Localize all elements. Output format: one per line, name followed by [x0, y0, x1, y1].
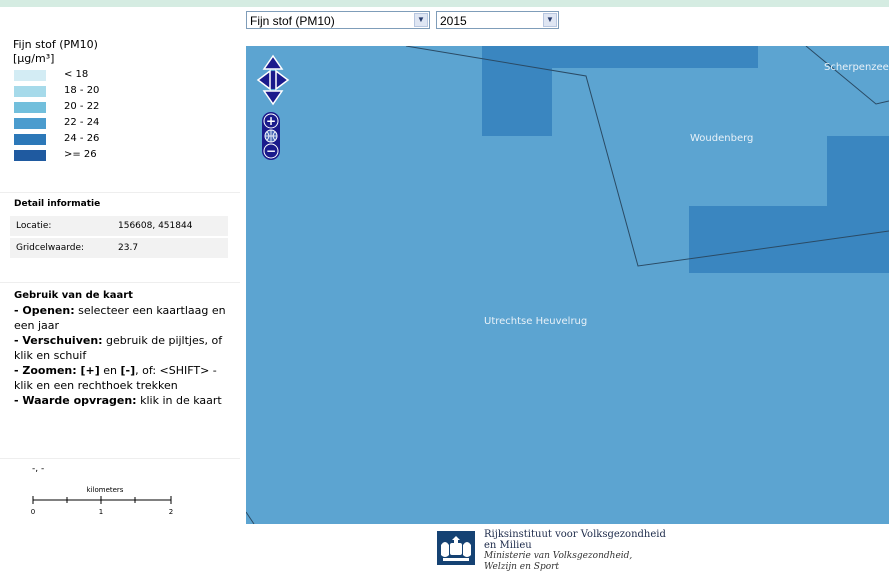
zoom-in-label: + [266, 114, 276, 128]
legend-label: 24 - 26 [64, 133, 100, 144]
table-row: Gridcelwaarde: 23.7 [10, 238, 228, 258]
grid-value-label: Gridcelwaarde: [10, 238, 112, 258]
pan-down-icon[interactable] [262, 90, 284, 106]
year-select-value: 2015 [440, 14, 467, 28]
grid-cell-dark [482, 68, 552, 136]
zoom-out-label: − [266, 144, 276, 158]
usage-zoom: - Zoomen: [+] en [-], of: <SHIFT> -klik … [14, 364, 217, 392]
pan-right-icon[interactable] [275, 69, 290, 91]
place-label: Utrechtse Heuvelrug [484, 316, 588, 327]
pan-left-icon[interactable] [256, 69, 271, 91]
place-label: Scherpenzeel [824, 62, 889, 73]
scale-tick-label: 0 [31, 508, 35, 516]
footer-line: Ministerie van Volksgezondheid, [484, 551, 633, 561]
chevron-down-icon[interactable]: ▼ [543, 13, 557, 27]
rijksoverheid-logo-icon [437, 531, 475, 565]
detail-heading: Detail informatie [14, 199, 101, 209]
zoom-control[interactable]: + − [260, 110, 282, 162]
usage-instructions: Gebruik van de kaart - Openen: selecteer… [14, 288, 234, 408]
legend-swatch [14, 70, 46, 81]
scale-unit: kilometers [87, 486, 124, 494]
scale-tick-label: 1 [99, 508, 103, 516]
divider [0, 282, 240, 283]
legend-label: >= 26 [64, 149, 97, 160]
footer-line: Welzijn en Sport [484, 562, 560, 572]
legend-swatch [14, 150, 46, 161]
scale-bar: kilometers 0 1 2 [31, 486, 173, 516]
layer-select-value: Fijn stof (PM10) [250, 14, 335, 28]
footer-line: Rijksinstituut voor Volksgezondheid [484, 529, 666, 540]
legend-label: < 18 [64, 69, 89, 80]
legend-title: Fijn stof (PM10) [µg/m³] [13, 38, 98, 66]
top-bar [0, 0, 889, 7]
grid-cell-base [246, 46, 889, 524]
scale-tick-label: 2 [169, 508, 173, 516]
usage-value: - Waarde opvragen: klik in de kaart [14, 394, 222, 407]
divider [0, 192, 240, 193]
legend-swatch [14, 118, 46, 129]
layer-select[interactable]: Fijn stof (PM10) ▼ [246, 11, 430, 29]
pan-control[interactable] [256, 54, 290, 106]
usage-heading: Gebruik van de kaart [14, 290, 133, 301]
legend-swatch [14, 86, 46, 97]
usage-move: - Verschuiven: gebruik de pijltjes, of k… [14, 334, 223, 362]
grid-cell-dark [689, 206, 889, 273]
map-layer [246, 46, 889, 524]
location-label: Locatie: [10, 216, 112, 236]
map-canvas[interactable]: Scherpenzeel Woudenberg Utrechtse Heuvel… [246, 46, 889, 524]
footer-ministry: Rijksinstituut voor Volksgezondheid en M… [484, 529, 666, 573]
place-label: Woudenberg [690, 133, 754, 144]
grid-cell-dark [827, 136, 889, 206]
legend-unit: [µg/m³] [13, 52, 55, 65]
legend-swatch [14, 134, 46, 145]
usage-open: - Openen: selecteer een kaartlaag en een… [14, 304, 226, 332]
pan-up-icon[interactable] [262, 54, 284, 70]
location-value: 156608, 451844 [112, 216, 228, 236]
table-row: Locatie: 156608, 451844 [10, 216, 228, 236]
grid-cell-dark [482, 46, 758, 68]
legend-title-line: Fijn stof (PM10) [13, 38, 98, 51]
legend-swatch [14, 102, 46, 113]
legend-label: 22 - 24 [64, 117, 100, 128]
chevron-down-icon[interactable]: ▼ [414, 13, 428, 27]
divider [0, 458, 240, 459]
footer-line: en Milieu [484, 540, 532, 551]
year-select[interactable]: 2015 ▼ [436, 11, 559, 29]
grid-value: 23.7 [112, 238, 228, 258]
coordinate-readout: -, - [32, 464, 45, 474]
detail-table: Locatie: 156608, 451844 Gridcelwaarde: 2… [10, 214, 228, 260]
legend-label: 20 - 22 [64, 101, 100, 112]
legend-label: 18 - 20 [64, 85, 100, 96]
